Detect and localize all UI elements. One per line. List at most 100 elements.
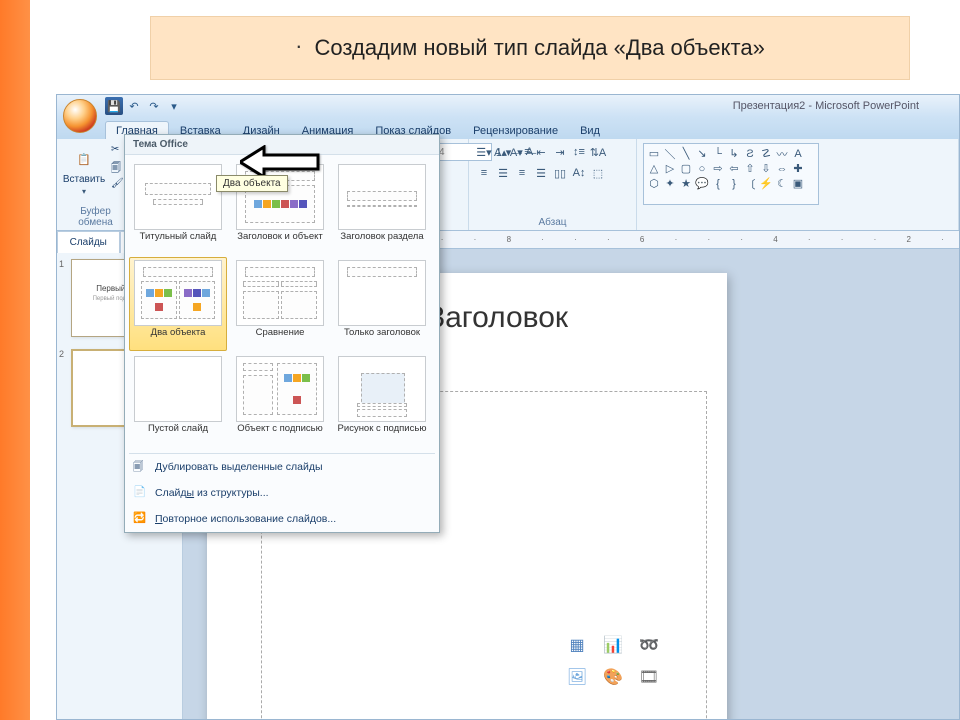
window-title: Презентация2 - Microsoft PowerPoint (733, 100, 919, 112)
shapes-gallery[interactable]: ▭ ＼ ╲ ↘ └ ↳ Ƨ ☡ 〰 A △ ▷ ▢ ○ ⇨ ⇦ ⇧ (643, 143, 819, 205)
layout-tooltip: Два объекта (216, 175, 288, 192)
shape-oval-icon[interactable]: ○ (694, 161, 710, 176)
shape-line2-icon[interactable]: ╲ (678, 146, 694, 161)
shape-arrowl-icon[interactable]: ⇦ (726, 161, 742, 176)
layout-comparison[interactable]: Сравнение (231, 257, 329, 351)
align-text-button[interactable]: A↕ (570, 164, 588, 182)
line-spacing-button[interactable]: ↕≡ (570, 143, 588, 161)
redo-icon[interactable]: ↷ (145, 97, 163, 115)
layout-label: Титульный слайд (140, 230, 217, 252)
shape-hex-icon[interactable]: ⬡ (646, 176, 662, 191)
shape-star5-icon[interactable]: ★ (678, 176, 694, 191)
side-tab-slides[interactable]: Слайды (57, 231, 120, 253)
layout-gallery-menu: Тема Office Титульный слайд Заголовок и … (124, 134, 440, 533)
shape-arrowlr-icon[interactable]: ⇔ (774, 161, 790, 176)
insert-media-icon[interactable]: 🎞 (634, 664, 664, 690)
group-drawing: ▭ ＼ ╲ ↘ └ ↳ Ƨ ☡ 〰 A △ ▷ ▢ ○ ⇨ ⇦ ⇧ (637, 139, 959, 230)
justify-button[interactable]: ☰ (532, 164, 550, 182)
layout-label: Пустой слайд (148, 422, 208, 444)
group-drawing-label (643, 227, 952, 228)
slides-from-outline-command[interactable]: 📄 Слайды из структуры... (125, 480, 439, 506)
paste-button[interactable]: 📋 Вставить ▾ (63, 143, 105, 205)
tab-review[interactable]: Рецензирование (462, 121, 569, 139)
increase-indent-button[interactable]: ⇥ (551, 143, 569, 161)
shape-plus-icon[interactable]: ✚ (790, 161, 806, 176)
layout-label: Два объекта (151, 326, 206, 348)
slide-title-placeholder[interactable]: Заголовок (427, 301, 568, 335)
instruction-text: Создадим новый тип слайда «Два объекта» (315, 35, 765, 61)
cmd-label: Слайды из структуры... (155, 487, 269, 499)
duplicate-slides-command[interactable]: 🗐 Дублировать выделенные слайды (125, 454, 439, 480)
layout-title-only[interactable]: Только заголовок (333, 257, 431, 351)
shape-arrow-icon[interactable]: ↘ (694, 146, 710, 161)
shape-brace2-icon[interactable]: } (726, 176, 742, 191)
layout-label: Заголовок и объект (237, 230, 323, 252)
layout-label: Только заголовок (344, 326, 420, 348)
shape-scribble-icon[interactable]: 〰 (774, 146, 790, 161)
titlebar: Презентация2 - Microsoft PowerPoint (57, 95, 959, 117)
insert-table-icon[interactable]: ▦ (562, 632, 592, 658)
reuse-slides-command[interactable]: 🔁 Повторное использование слайдов... (125, 506, 439, 532)
shape-elbow-icon[interactable]: └ (710, 146, 726, 161)
paste-label: Вставить (63, 175, 105, 185)
quick-access-toolbar: 💾 ↶ ↷ ▾ (105, 97, 183, 115)
smartart-convert-button[interactable]: ⬚ (589, 164, 607, 182)
shape-action-icon[interactable]: ▣ (790, 176, 806, 191)
content-placeholder-icons: ▦ 📊 ➿ 🖼 🎨 🎞 (562, 632, 672, 690)
shape-tri-icon[interactable]: △ (646, 161, 662, 176)
save-icon[interactable]: 💾 (105, 97, 123, 115)
bullets-button[interactable]: ☰▾ (475, 143, 493, 161)
shape-curve-icon[interactable]: Ƨ (742, 146, 758, 161)
shape-freeform-icon[interactable]: ☡ (758, 146, 774, 161)
layout-label: Объект с подписью (237, 422, 322, 444)
shape-star4-icon[interactable]: ✦ (662, 176, 678, 191)
shape-rrect-icon[interactable]: ▢ (678, 161, 694, 176)
layout-picture-caption[interactable]: Рисунок с подписью (333, 353, 431, 447)
shape-connector-icon[interactable]: ↳ (726, 146, 742, 161)
cmd-label: Повторное использование слайдов... (155, 513, 336, 525)
list-level-button[interactable]: →≡ (513, 143, 531, 161)
numbering-button[interactable]: ⒈▾ (494, 143, 512, 161)
shape-line-icon[interactable]: ＼ (662, 146, 678, 161)
tab-view[interactable]: Вид (569, 121, 611, 139)
shape-rect-icon[interactable]: ▭ (646, 146, 662, 161)
align-center-button[interactable]: ☰ (494, 164, 512, 182)
office-button[interactable] (63, 99, 97, 133)
shape-arrowr-icon[interactable]: ⇨ (710, 161, 726, 176)
shape-arrowd-icon[interactable]: ⇩ (758, 161, 774, 176)
shape-callout-icon[interactable]: 💬 (694, 176, 710, 191)
outline-icon: 📄 (133, 485, 149, 501)
reuse-icon: 🔁 (133, 511, 149, 527)
qat-more-icon[interactable]: ▾ (165, 97, 183, 115)
layout-blank[interactable]: Пустой слайд (129, 353, 227, 447)
cmd-label: Дублировать выделенные слайды (155, 461, 323, 473)
thumb-number: 2 (59, 349, 64, 359)
text-direction-button[interactable]: ⇅A (589, 143, 607, 161)
decrease-indent-button[interactable]: ⇤ (532, 143, 550, 161)
group-paragraph: ☰▾ ⒈▾ →≡ ⇤ ⇥ ↕≡ ⇅A ≡ ☰ ≡ ☰ ▯▯ A↕ ⬚ (469, 139, 637, 230)
shape-bracket-icon[interactable]: 〔 (742, 176, 758, 191)
shape-moon-icon[interactable]: ☾ (774, 176, 790, 191)
align-right-button[interactable]: ≡ (513, 164, 531, 182)
group-clipboard-label: Буфер обмена (63, 205, 128, 228)
layout-label: Сравнение (256, 326, 305, 348)
align-left-button[interactable]: ≡ (475, 164, 493, 182)
shape-brace-icon[interactable]: { (710, 176, 726, 191)
instruction-caption: Создадим новый тип слайда «Два объекта» (150, 16, 910, 80)
shape-textbox-icon[interactable]: A (790, 146, 806, 161)
shape-arrowu-icon[interactable]: ⇧ (742, 161, 758, 176)
layout-section-header[interactable]: Заголовок раздела (333, 161, 431, 255)
layout-two-content[interactable]: Два объекта (129, 257, 227, 351)
undo-icon[interactable]: ↶ (125, 97, 143, 115)
insert-smartart-icon[interactable]: ➿ (634, 632, 664, 658)
columns-button[interactable]: ▯▯ (551, 164, 569, 182)
layout-content-caption[interactable]: Объект с подписью (231, 353, 329, 447)
clipboard-icon: 📋 (70, 145, 98, 173)
insert-clipart-icon[interactable]: 🎨 (598, 664, 628, 690)
insert-picture-icon[interactable]: 🖼 (562, 664, 592, 690)
shape-lightning-icon[interactable]: ⚡ (758, 176, 774, 191)
insert-chart-icon[interactable]: 📊 (598, 632, 628, 658)
brush-icon: 🖌 (111, 178, 125, 192)
shape-rtri-icon[interactable]: ▷ (662, 161, 678, 176)
layout-title-slide[interactable]: Титульный слайд (129, 161, 227, 255)
